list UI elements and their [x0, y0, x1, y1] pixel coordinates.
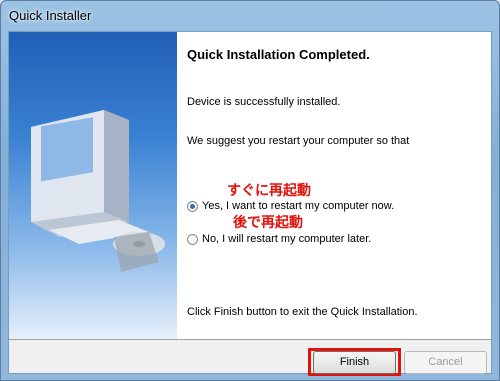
content-panel: Quick Installation Completed. Device is …: [177, 32, 491, 339]
device-status-text: Device is successfully installed.: [187, 96, 341, 108]
finish-button[interactable]: Finish: [313, 351, 396, 374]
computer-with-cd-icon: [31, 110, 165, 272]
side-banner: [9, 32, 177, 339]
cancel-button[interactable]: Cancel: [404, 351, 487, 374]
exit-instruction-text: Click Finish button to exit the Quick In…: [187, 306, 418, 318]
radio-restart-now[interactable]: [187, 200, 198, 212]
footer-divider: [9, 339, 491, 340]
annotation-restart-now: すぐに再起動: [227, 183, 311, 199]
option-restart-later-label: No, I will restart my computer later.: [202, 233, 372, 245]
page-title: Quick Installation Completed.: [187, 47, 370, 62]
title-bar[interactable]: Quick Installer: [1, 1, 499, 31]
annotation-restart-later: 後で再起動: [233, 215, 303, 231]
dialog-client-area: Quick Installation Completed. Device is …: [8, 31, 492, 376]
option-restart-now-label: Yes, I want to restart my computer now.: [202, 200, 395, 212]
option-restart-later[interactable]: No, I will restart my computer later.: [187, 233, 371, 245]
radio-restart-later[interactable]: [187, 233, 198, 245]
option-restart-now[interactable]: Yes, I want to restart my computer now.: [187, 200, 394, 212]
installer-window: Quick Installer Quick Installation Compl…: [0, 0, 500, 381]
restart-suggestion-text: We suggest you restart your computer so …: [187, 135, 410, 147]
window-title: Quick Installer: [9, 8, 92, 23]
